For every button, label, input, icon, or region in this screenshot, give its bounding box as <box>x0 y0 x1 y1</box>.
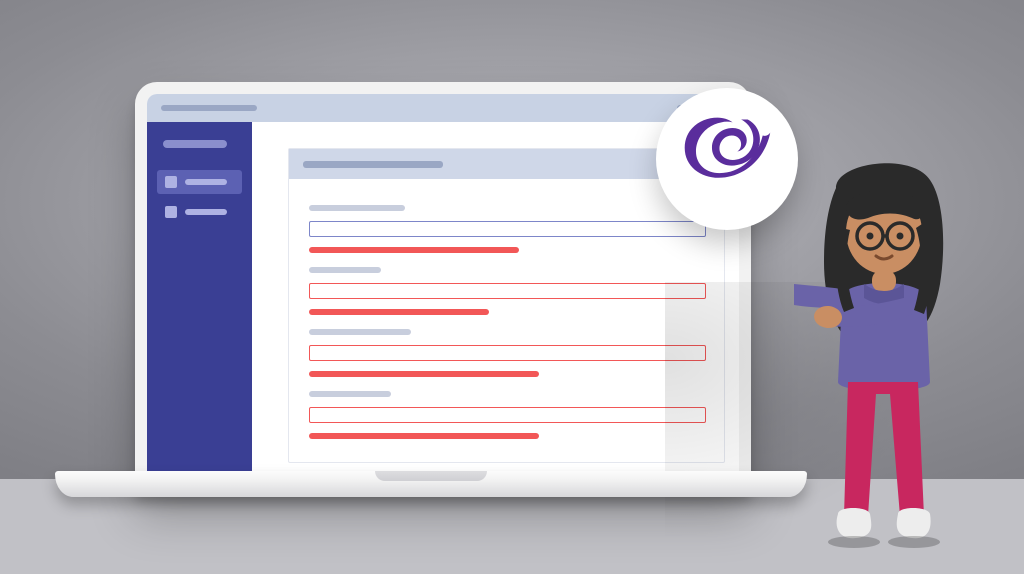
sidebar-item-label <box>185 209 227 215</box>
field-label <box>309 205 405 211</box>
field-error <box>309 309 489 315</box>
field-error <box>309 247 519 253</box>
sidebar <box>147 122 252 479</box>
sidebar-item-1[interactable] <box>157 200 242 224</box>
window-title <box>161 105 257 111</box>
sidebar-item-label <box>185 179 227 185</box>
field-error <box>309 433 539 439</box>
presenter-character <box>794 158 994 548</box>
nav-icon <box>165 176 177 188</box>
text-input[interactable] <box>309 407 706 423</box>
text-input[interactable] <box>309 345 706 361</box>
window-title-bar <box>147 94 739 122</box>
form-card <box>288 148 725 463</box>
brand <box>163 140 227 148</box>
app-body <box>147 122 739 479</box>
laptop-notch <box>375 471 487 481</box>
text-input[interactable] <box>309 221 706 237</box>
field-label <box>309 267 381 273</box>
app-window <box>147 94 739 479</box>
field-label <box>309 391 391 397</box>
text-input[interactable] <box>309 283 706 299</box>
blazor-icon <box>680 112 774 206</box>
laptop-base <box>55 471 807 497</box>
blazor-logo-badge <box>656 88 798 230</box>
card-title <box>303 161 443 168</box>
sidebar-item-0[interactable] <box>157 170 242 194</box>
nav-icon <box>165 206 177 218</box>
field-label <box>309 329 411 335</box>
card-body <box>289 179 724 449</box>
field-error <box>309 371 539 377</box>
